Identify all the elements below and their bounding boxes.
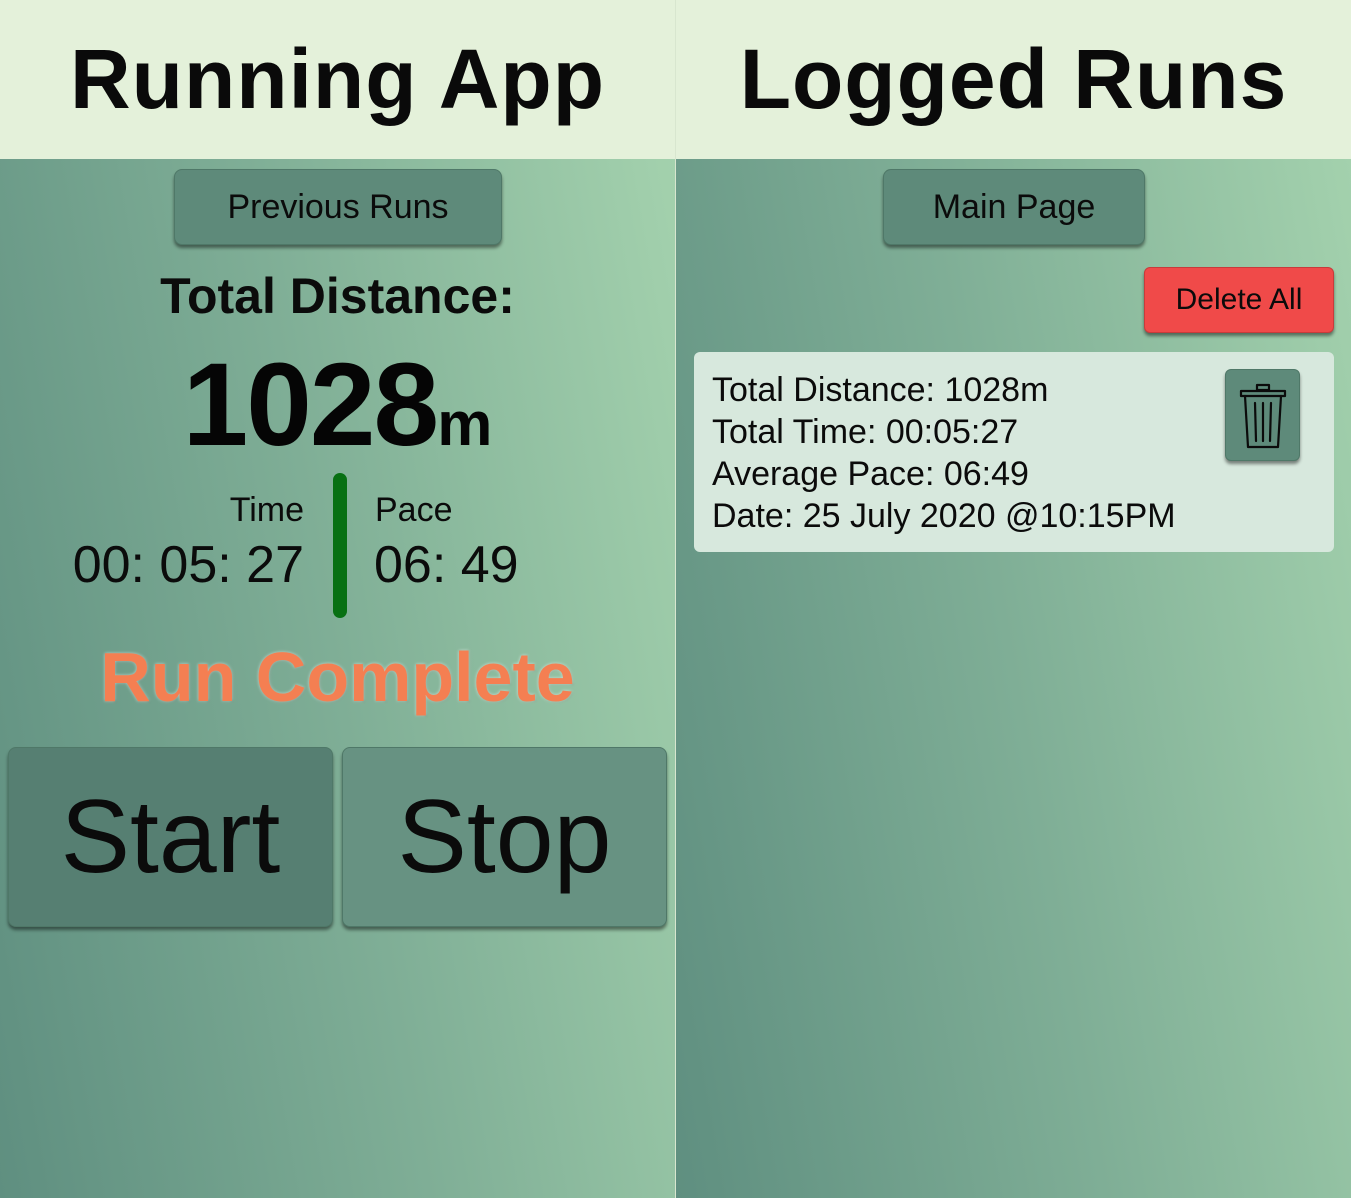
time-label: Time	[229, 491, 304, 529]
run-entry-card: Total Distance: 1028m Total Time: 00:05:…	[694, 352, 1334, 552]
start-button[interactable]: Start	[8, 747, 333, 927]
distance-unit: m	[437, 390, 493, 459]
delete-all-button[interactable]: Delete All	[1144, 267, 1334, 333]
stats-divider	[333, 473, 347, 618]
pace-label: Pace	[375, 491, 453, 529]
run-total-distance: Total Distance: 1028m	[712, 371, 1049, 409]
logged-runs-content: Main Page Delete All Total Distance: 102…	[676, 159, 1351, 1198]
trash-icon	[1239, 383, 1286, 449]
pace-value: 06: 49	[374, 536, 519, 594]
run-status-text: Run Complete	[100, 638, 575, 716]
logged-runs-screen: Logged Runs Main Page Delete All Total D…	[676, 0, 1351, 1198]
run-details: Total Distance: 1028m Total Time: 00:05:…	[712, 369, 1176, 537]
logged-runs-header: Logged Runs	[676, 0, 1351, 159]
distance-display: 1028m	[0, 337, 675, 473]
main-page-button[interactable]: Main Page	[883, 169, 1145, 245]
run-date: Date: 25 July 2020 @10:15PM	[712, 497, 1176, 535]
page-title: Running App	[69, 32, 606, 126]
main-content: Previous Runs Total Distance: 1028m Time…	[0, 159, 675, 1198]
app-header: Running App	[0, 0, 675, 159]
time-value: 00: 05: 27	[72, 536, 304, 594]
run-total-time: Total Time: 00:05:27	[712, 413, 1019, 451]
previous-runs-button[interactable]: Previous Runs	[174, 169, 502, 245]
delete-run-button[interactable]	[1225, 369, 1300, 461]
distance-value: 1028	[182, 339, 440, 471]
stop-button[interactable]: Stop	[342, 747, 667, 927]
total-distance-label: Total Distance:	[160, 268, 515, 324]
page-title: Logged Runs	[739, 32, 1288, 126]
running-app-screen: Running App Previous Runs Total Distance…	[0, 0, 675, 1198]
run-average-pace: Average Pace: 06:49	[712, 455, 1029, 493]
